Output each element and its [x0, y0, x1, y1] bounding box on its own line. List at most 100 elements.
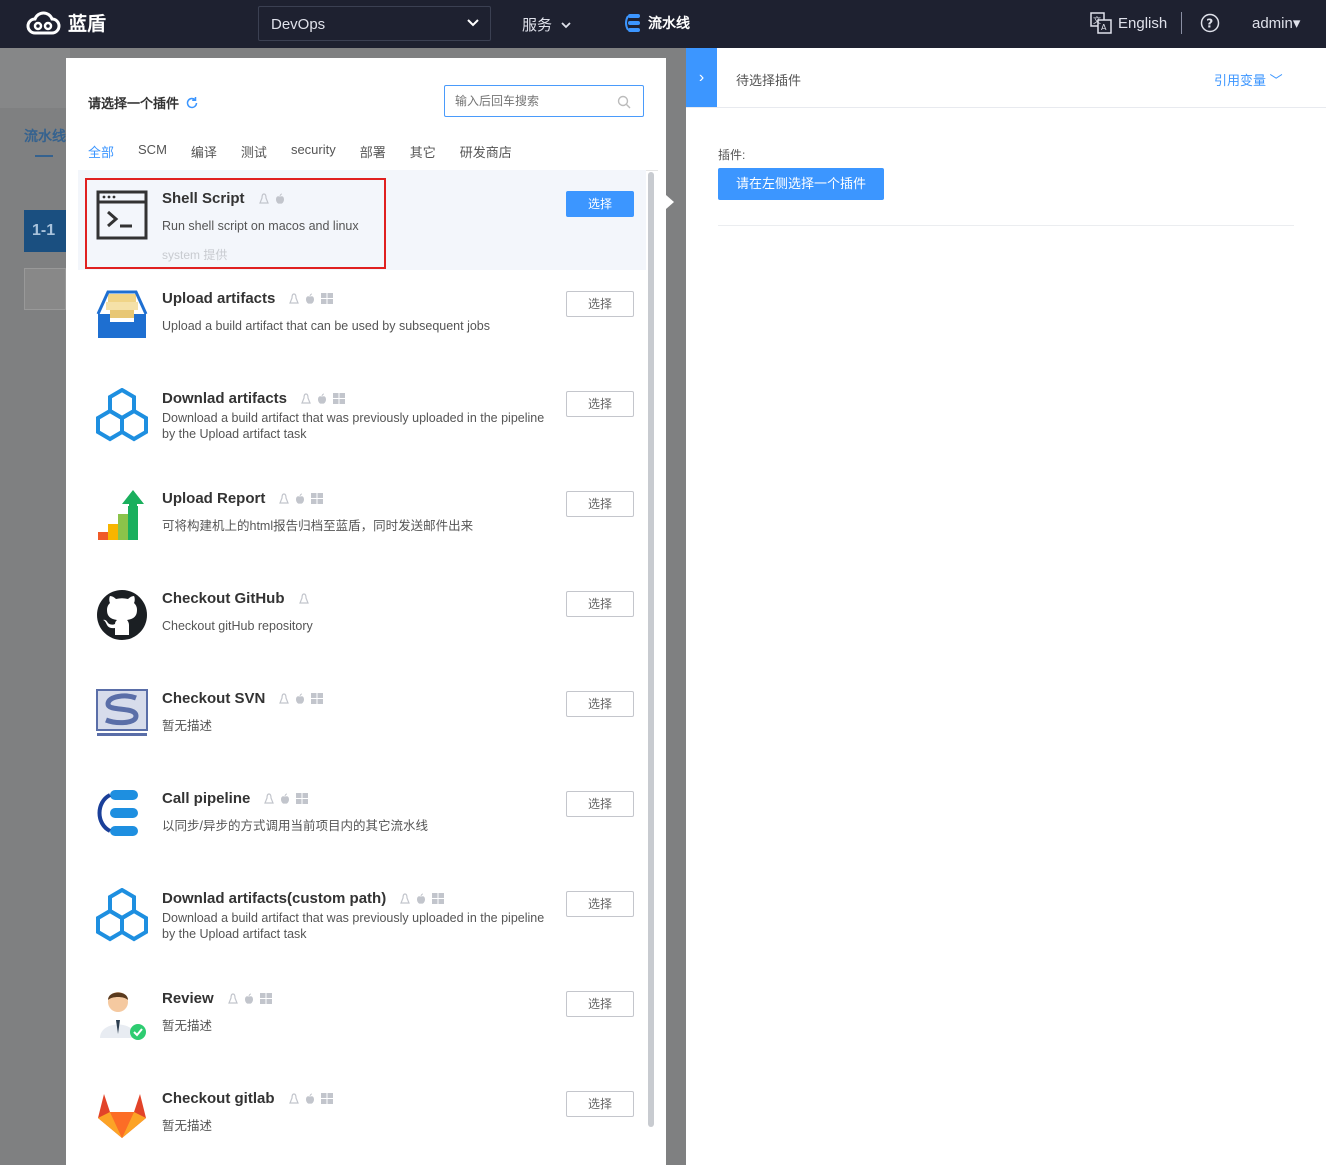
plugin-name-row: Call pipeline: [162, 790, 309, 807]
plugin-list-scrollbar[interactable]: [648, 172, 654, 1127]
plugin-item[interactable]: Checkout GitHub Checkout gitHub reposito…: [78, 570, 646, 670]
select-plugin-button[interactable]: 选择: [566, 191, 634, 217]
plugin-name: Checkout SVN: [162, 690, 266, 707]
plugin-description: 暂无描述: [162, 719, 213, 733]
linux-icon: [258, 192, 269, 204]
refresh-icon[interactable]: [185, 96, 199, 110]
plugin-name: Downlad artifacts: [162, 390, 288, 407]
services-menu[interactable]: 服务: [522, 14, 572, 35]
background-subheader: [0, 48, 70, 108]
apple-icon: [306, 293, 315, 304]
plugin-selector-header: 请选择一个插件: [88, 93, 199, 112]
plugin-name-row: Upload Report: [162, 490, 324, 507]
select-plugin-button[interactable]: 选择: [566, 991, 634, 1017]
svg-text:A: A: [1101, 23, 1107, 32]
apple-icon: [275, 193, 284, 204]
plugin-selector-panel: 请选择一个插件 全部 SCM 编译 测试 security 部署 其它 研发商店…: [66, 58, 666, 1165]
windows-icon: [259, 993, 272, 1004]
plugin-list: Shell Script Run shell script on macos a…: [78, 170, 646, 1165]
reference-variables-link[interactable]: 引用变量 ﹀: [1214, 70, 1283, 89]
plugin-item[interactable]: Call pipeline 以同步/异步的方式调用当前项目内的其它流水线 选择: [78, 770, 646, 870]
linux-icon: [279, 692, 290, 704]
github-icon: [97, 590, 147, 640]
plugin-description: Checkout gitHub repository: [162, 619, 313, 633]
plugin-field-label: 插件:: [718, 148, 746, 162]
choose-plugin-button[interactable]: 请在左侧选择一个插件: [718, 168, 884, 200]
plugin-description: 暂无描述: [162, 1019, 213, 1033]
cloud-logo-icon: [26, 11, 61, 35]
plugin-name: Review: [162, 990, 214, 1007]
windows-icon: [311, 493, 324, 504]
plugin-name: Checkout gitlab: [162, 1090, 275, 1107]
pipeline-nav[interactable]: 流水线: [624, 12, 690, 34]
linux-icon: [301, 392, 311, 404]
plugin-name-row: Downlad artifacts(custom path): [162, 890, 445, 907]
brand-logo[interactable]: 蓝盾: [26, 8, 106, 36]
plugin-name-row: Checkout GitHub: [162, 590, 309, 607]
reference-variables-label: 引用变量: [1214, 73, 1267, 88]
project-select[interactable]: DevOps: [258, 6, 491, 41]
plugin-description: Run shell script on macos and linux: [162, 219, 359, 233]
background-pipeline-tab: 流水线: [24, 128, 66, 144]
search-icon[interactable]: [617, 95, 631, 109]
upload-box-icon: [96, 290, 148, 338]
select-plugin-button[interactable]: 选择: [566, 391, 634, 417]
linux-icon: [400, 892, 411, 904]
plugin-field-divider: [718, 225, 1294, 226]
select-plugin-button[interactable]: 选择: [566, 891, 634, 917]
collapse-panel-button[interactable]: ›: [686, 48, 717, 108]
select-plugin-button[interactable]: 选择: [566, 291, 634, 317]
select-plugin-button[interactable]: 选择: [566, 491, 634, 517]
services-label: 服务: [522, 17, 553, 34]
plugin-search-input[interactable]: [444, 85, 644, 117]
plugin-name: Call pipeline: [162, 790, 251, 807]
linux-icon: [279, 492, 290, 504]
plugin-description: 以同步/异步的方式调用当前项目内的其它流水线: [162, 819, 428, 833]
chevron-down-icon: [467, 19, 479, 27]
language-switch[interactable]: 文A English: [1090, 12, 1167, 34]
reviewer-icon: [100, 992, 146, 1040]
select-plugin-button[interactable]: 选择: [566, 1091, 634, 1117]
plugin-name: Upload artifacts: [162, 290, 276, 307]
brand-name: 蓝盾: [68, 13, 107, 35]
plugin-item[interactable]: Upload Report 可将构建机上的html报告归档至蓝盾，同时发送邮件出…: [78, 470, 646, 570]
plugin-description: 可将构建机上的html报告归档至蓝盾，同时发送邮件出来: [162, 519, 474, 533]
linux-icon: [298, 592, 309, 604]
plugin-description: Download a build artifact that was previ…: [162, 411, 545, 441]
plugin-name: Upload Report: [162, 490, 266, 507]
plugin-name-row: Shell Script: [162, 190, 285, 207]
apple-icon: [305, 1093, 314, 1104]
chevron-down-icon: ﹀: [1269, 73, 1283, 88]
plugin-item[interactable]: Checkout SVN 暂无描述 选择: [78, 670, 646, 770]
linux-icon: [288, 1092, 299, 1104]
caret-down-icon: ▾: [1292, 15, 1301, 32]
language-label: English: [1118, 14, 1168, 32]
select-plugin-button[interactable]: 选择: [566, 591, 634, 617]
select-plugin-button[interactable]: 选择: [566, 691, 634, 717]
select-plugin-button[interactable]: 选择: [566, 791, 634, 817]
user-menu[interactable]: admin▾: [1252, 14, 1300, 32]
plugin-name: Shell Script: [162, 190, 245, 207]
windows-icon: [311, 693, 324, 704]
plugin-item[interactable]: Review 暂无描述 选择: [78, 970, 646, 1070]
linux-icon: [264, 792, 275, 804]
pipeline-label: 流水线: [648, 15, 690, 31]
apple-icon: [296, 493, 305, 504]
config-panel-title: 待选择插件: [736, 73, 802, 88]
plugin-item[interactable]: Upload artifacts Upload a build artifact…: [78, 270, 646, 370]
apple-icon: [281, 793, 290, 804]
help-icon[interactable]: ?: [1200, 13, 1220, 33]
chevron-right-icon: ›: [698, 69, 705, 86]
windows-icon: [333, 393, 346, 404]
plugin-item[interactable]: Checkout gitlab 暂无描述 选择: [78, 1070, 646, 1165]
bar-chart-arrow-icon: [98, 490, 144, 540]
windows-icon: [296, 793, 309, 804]
plugin-item[interactable]: Shell Script Run shell script on macos a…: [78, 170, 646, 270]
plugin-item[interactable]: Downlad artifacts(custom path) Download …: [78, 870, 646, 970]
plugin-name-row: Review: [162, 990, 272, 1007]
plugin-item[interactable]: Downlad artifacts Download a build artif…: [78, 370, 646, 470]
plugin-selector-title: 请选择一个插件: [88, 96, 180, 111]
chevron-down-icon: [561, 21, 571, 28]
pipeline-icon: [625, 14, 640, 32]
linux-icon: [289, 292, 300, 304]
